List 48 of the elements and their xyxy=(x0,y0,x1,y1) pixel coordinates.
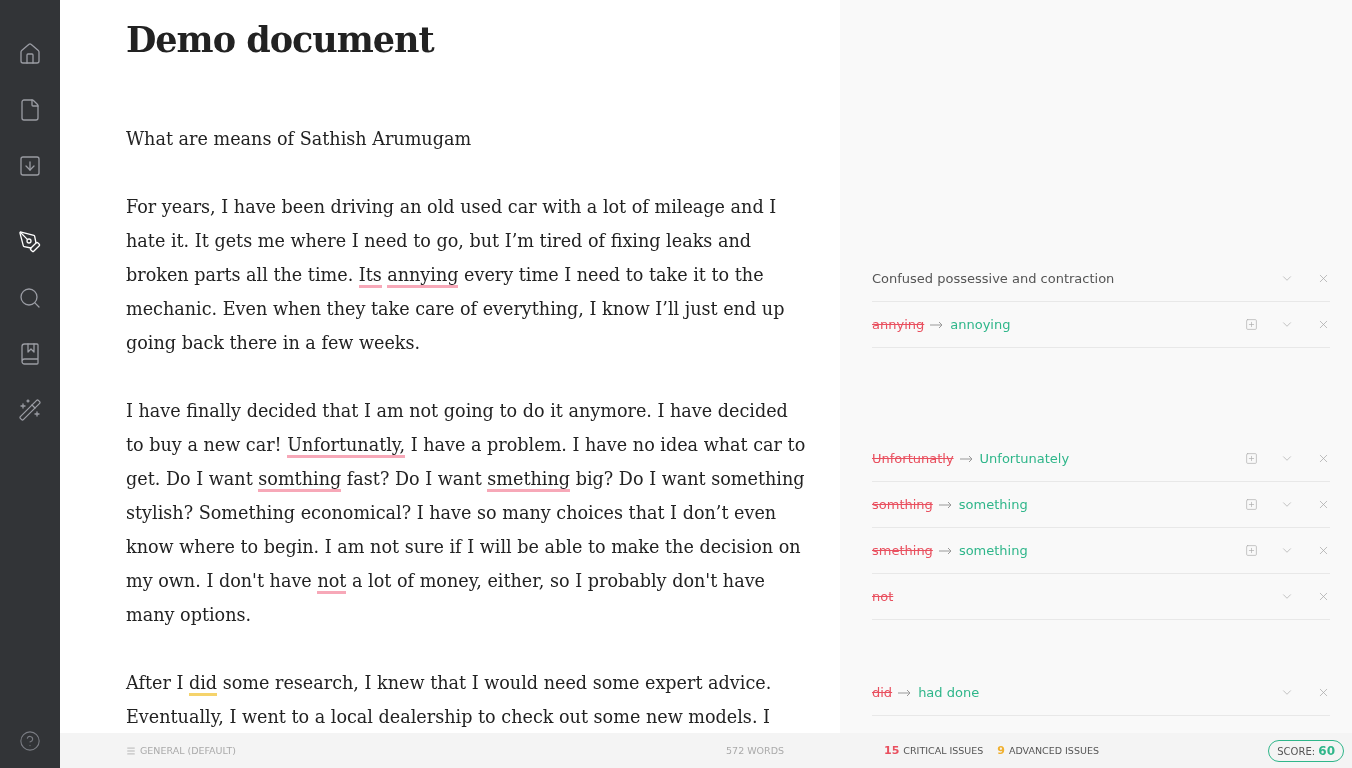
wand-icon[interactable] xyxy=(18,398,42,422)
wrong-word: did xyxy=(872,685,893,700)
add-to-dictionary-icon[interactable] xyxy=(1244,498,1258,511)
issue-card[interactable]: smething something xyxy=(872,528,1330,574)
arrow-icon xyxy=(898,688,913,697)
home-icon[interactable] xyxy=(18,42,42,66)
paragraph[interactable]: I have finally decided that I am not going to do it anymore. I have decided to buy a new car! Unfortunatly, I have a problem. I have no idea what car to get. Do I want somthing fast? Do I want smething big? Do I want something stylish? Something economical? I have so many choices that I don’t even know where to begin. I am not sure if I will be able to make the decision on my own. I don't have not a lot of money, either, so I probably don't have many options. xyxy=(126,394,806,632)
paragraph[interactable]: What are means of Sathish Arumugam xyxy=(126,122,806,156)
pen-icon[interactable] xyxy=(18,230,42,254)
help-icon[interactable] xyxy=(19,730,41,752)
critical-count: 15 xyxy=(884,744,900,757)
wrong-word: annying xyxy=(872,317,925,332)
document-title: Demo document xyxy=(126,18,436,62)
add-to-dictionary-icon[interactable] xyxy=(1244,318,1258,331)
file-icon[interactable] xyxy=(18,98,42,122)
issue-card[interactable]: annying annoying xyxy=(872,302,1330,348)
paragraph[interactable]: For years, I have been driving an old used car with a lot of mileage and I hate it. It gets me where I need to go, but I’m tired of fixing leaks and broken parts all the time. Its annying every time I need to take it to the mechanic. Even when they take care of everything, I know I’ll just end up going back there in a few weeks. xyxy=(126,190,806,360)
issue-card[interactable]: somthing something xyxy=(872,482,1330,528)
issue-card[interactable]: Confused possessive and contraction xyxy=(872,256,1330,302)
search-icon[interactable] xyxy=(18,286,42,310)
download-icon[interactable] xyxy=(18,154,42,178)
add-to-dictionary-icon[interactable] xyxy=(1244,452,1258,465)
writing-style-button[interactable]: GENERAL (DEFAULT) xyxy=(126,745,237,756)
add-to-dictionary-icon[interactable] xyxy=(1244,544,1258,557)
menu-icon[interactable] xyxy=(126,745,136,756)
arrow-icon xyxy=(959,454,974,463)
wrong-word: somthing xyxy=(872,497,933,512)
arrow-icon xyxy=(938,500,953,509)
issue-card[interactable]: Unfortunatly Unfortunately xyxy=(872,436,1330,482)
suggested-word[interactable]: something xyxy=(958,543,1028,558)
issue-card[interactable]: did had done xyxy=(872,670,1330,716)
critical-label: CRITICAL ISSUES xyxy=(903,745,984,756)
issue-card[interactable]: not xyxy=(872,574,1330,620)
advanced-label: ADVANCED ISSUES xyxy=(1008,745,1099,756)
suggested-word[interactable]: had done xyxy=(918,685,980,700)
arrow-icon xyxy=(930,320,945,329)
suggested-word[interactable]: Unfortunately xyxy=(979,451,1070,466)
wrong-word: smething xyxy=(872,543,933,558)
advanced-count: 9 xyxy=(997,744,1005,757)
wrong-word: Unfortunatly xyxy=(872,451,954,466)
book-icon[interactable] xyxy=(18,342,42,366)
issue-title: Confused possessive and contraction xyxy=(872,271,1116,286)
suggested-word[interactable]: something xyxy=(958,497,1028,512)
paragraph[interactable]: After I did some research, I knew that I would need some expert advice. Eventually, I went to a local dealership to check out some new models. I xyxy=(126,666,806,733)
wrong-word[interactable]: not xyxy=(872,589,894,604)
word-count: 572 WORDS xyxy=(726,745,785,756)
arrow-icon xyxy=(938,546,953,555)
suggested-word[interactable]: annoying xyxy=(950,317,1011,332)
